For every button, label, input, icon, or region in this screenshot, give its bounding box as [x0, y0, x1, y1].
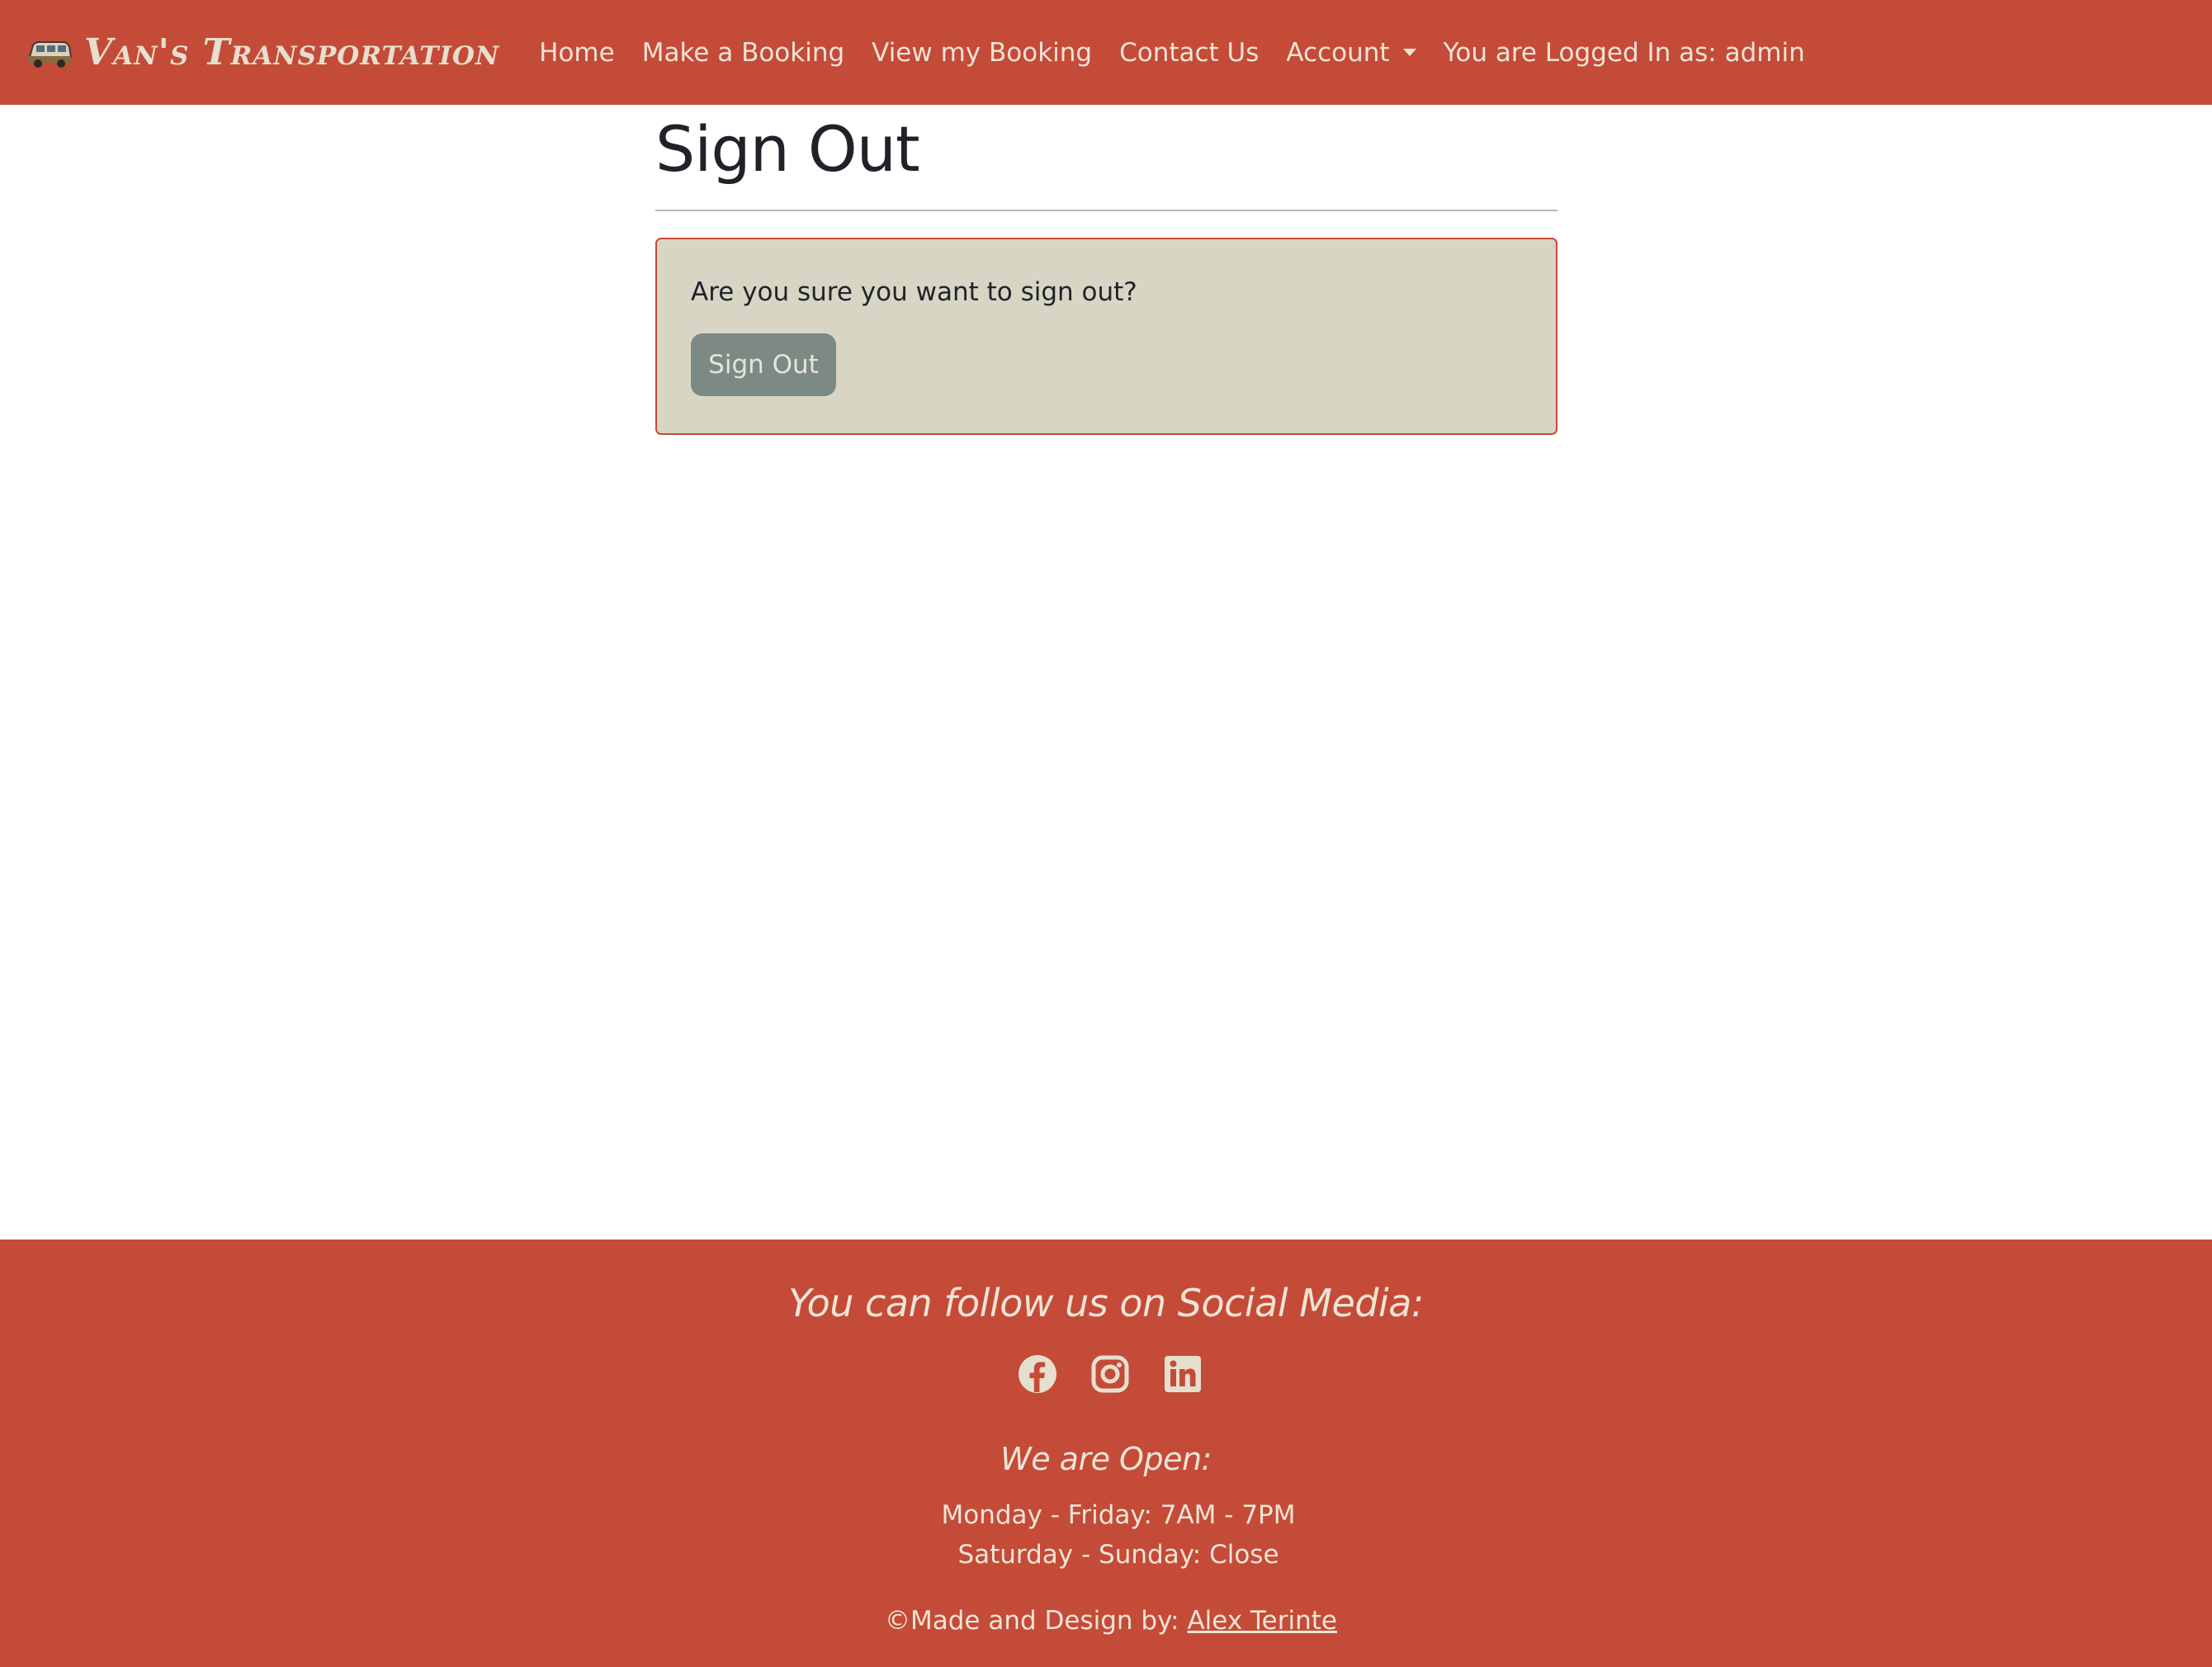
main-content: Sign Out Are you sure you want to sign o… [655, 105, 1557, 435]
footer: You can follow us on Social Media: We ar… [0, 1240, 2212, 1667]
signout-card: Are you sure you want to sign out? Sign … [655, 238, 1557, 435]
title-divider [655, 210, 1557, 211]
linkedin-icon[interactable] [1162, 1353, 1203, 1395]
social-links [0, 1353, 2212, 1395]
weekend-hours: Saturday - Sunday: Close [957, 1540, 1279, 1570]
page-title: Sign Out [655, 112, 920, 186]
opening-hours-heading: We are Open: [1000, 1441, 1212, 1477]
footer-credit: ©Made and Design by: Alex Terinte [0, 1606, 2212, 1636]
navbar: Van's Transportation Home Make a Booking… [0, 0, 2212, 105]
nav-account-label: Account [1286, 37, 1390, 68]
caret-down-icon [1402, 49, 1416, 56]
nav-home-link[interactable]: Home [539, 38, 615, 68]
brand-name: Van's Transportation [84, 31, 500, 73]
facebook-icon[interactable] [1017, 1353, 1058, 1395]
signout-confirm-message: Are you sure you want to sign out? [691, 277, 1137, 307]
van-logo-icon [26, 33, 73, 73]
login-status-text: You are Logged In as: admin [1443, 37, 1805, 68]
credit-text: ©Made and Design by: [884, 1606, 1188, 1636]
author-link[interactable]: Alex Terinte [1187, 1606, 1337, 1636]
social-heading: You can follow us on Social Media: [788, 1281, 1424, 1325]
instagram-icon[interactable] [1089, 1353, 1131, 1395]
nav-make-booking-link[interactable]: Make a Booking [642, 38, 844, 68]
nav-view-booking-link[interactable]: View my Booking [872, 38, 1092, 68]
sign-out-button[interactable]: Sign Out [691, 333, 836, 396]
nav-account-dropdown[interactable]: Account [1286, 38, 1416, 68]
nav-contact-link[interactable]: Contact Us [1119, 38, 1259, 68]
brand-link[interactable]: Van's Transportation [26, 31, 499, 73]
nav-links: Home Make a Booking View my Booking Cont… [539, 38, 1805, 68]
weekday-hours: Monday - Friday: 7AM - 7PM [941, 1500, 1296, 1530]
